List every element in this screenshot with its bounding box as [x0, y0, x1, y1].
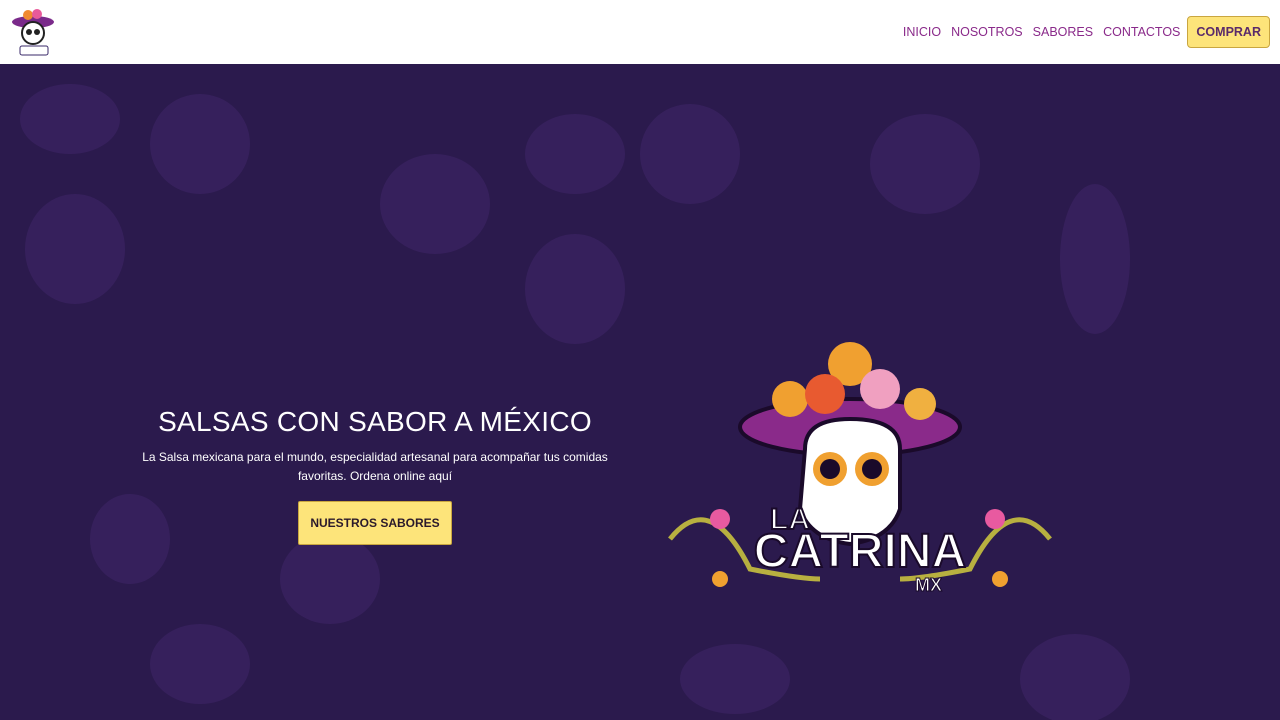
nav-nosotros[interactable]: NOSOTROS: [951, 25, 1023, 39]
catrina-skull-illustration: CATRINA LA MX: [668, 342, 1052, 596]
hero-subtitle: La Salsa mexicana para el mundo, especia…: [142, 450, 608, 483]
nav-inicio[interactable]: INICIO: [903, 25, 941, 39]
navbar: INICIO NOSOTROS SABORES CONTACTOS COMPRA…: [0, 0, 1280, 64]
hero-title: SALSAS CON SABOR A MÉXICO: [158, 406, 592, 437]
hero-section: SALSAS CON SABOR A MÉXICO La Salsa mexic…: [0, 64, 1280, 720]
comprar-button[interactable]: COMPRAR: [1187, 16, 1270, 48]
logo-mx-text: MX: [915, 575, 942, 595]
catrina-logo[interactable]: [10, 6, 56, 58]
nuestros-sabores-button[interactable]: NUESTROS SABORES: [298, 501, 452, 545]
nav-contactos[interactable]: CONTACTOS: [1103, 25, 1180, 39]
hero-text: SALSAS CON SABOR A MÉXICO La Salsa mexic…: [120, 406, 630, 545]
nav-sabores[interactable]: SABORES: [1033, 25, 1093, 39]
logo-la-text: LA: [770, 503, 810, 536]
main-menu: INICIO NOSOTROS SABORES CONTACTOS COMPRA…: [898, 16, 1270, 48]
